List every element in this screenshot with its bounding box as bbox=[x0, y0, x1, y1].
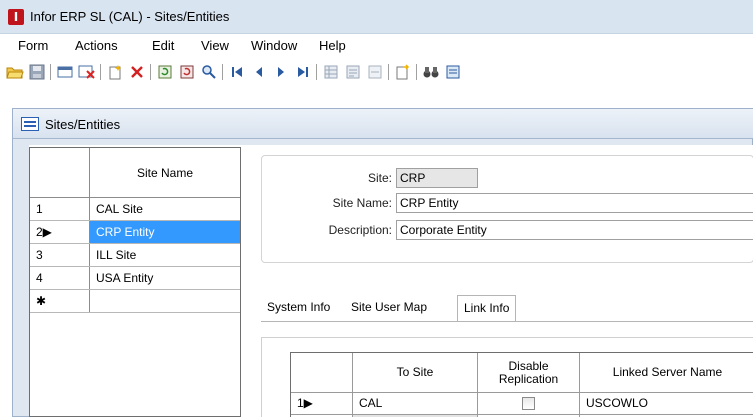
to-site-cell[interactable]: CAL bbox=[353, 393, 478, 415]
close-form-icon[interactable] bbox=[78, 63, 96, 81]
find-binoculars-icon[interactable] bbox=[422, 63, 440, 81]
sites-grid: Site Name 1 CAL Site 2▶ CRP Entity 3 ILL… bbox=[29, 147, 241, 417]
column-header-to-site[interactable]: To Site bbox=[353, 353, 478, 393]
open-folder-icon[interactable] bbox=[6, 63, 24, 81]
sites-grid-header: Site Name bbox=[30, 148, 240, 198]
table-row[interactable]: 4 USA Entity bbox=[30, 267, 240, 290]
link-info-panel: To Site Disable Replication Linked Serve… bbox=[261, 337, 753, 417]
table-row-selected[interactable]: 2▶ CRP Entity bbox=[30, 221, 240, 244]
row-number[interactable]: 4 bbox=[30, 267, 90, 289]
row-number[interactable]: 3 bbox=[30, 244, 90, 266]
site-label: Site: bbox=[367, 171, 392, 185]
menu-form[interactable]: Form bbox=[18, 38, 48, 53]
window-title: Infor ERP SL (CAL) - Sites/Entities bbox=[30, 9, 230, 24]
tab-strip: System Info Site User Map Link Info bbox=[261, 295, 753, 323]
form-body: Site Name 1 CAL Site 2▶ CRP Entity 3 ILL… bbox=[29, 145, 753, 417]
infor-app-icon: I bbox=[8, 9, 24, 25]
new-row-marker[interactable]: ✱ bbox=[30, 290, 90, 312]
next-record-icon[interactable] bbox=[272, 63, 290, 81]
save-icon[interactable] bbox=[28, 63, 46, 81]
sites-entities-form: Sites/Entities Site Name 1 CAL Site 2▶ C… bbox=[12, 108, 753, 417]
minimize-form-icon[interactable] bbox=[56, 63, 74, 81]
menu-window[interactable]: Window bbox=[251, 38, 297, 53]
column-header-site-name[interactable]: Site Name bbox=[90, 148, 240, 197]
site-details-panel: Site: CRP Site Name: CRP Entity Descript… bbox=[261, 155, 753, 263]
form-grid-icon bbox=[21, 117, 39, 131]
search-icon[interactable] bbox=[200, 63, 218, 81]
new-row[interactable]: ✱ bbox=[30, 290, 240, 313]
form-properties-icon[interactable] bbox=[444, 63, 462, 81]
refresh-current-icon[interactable] bbox=[178, 63, 196, 81]
site-name-cell[interactable]: USA Entity bbox=[90, 267, 240, 289]
row-number[interactable]: 1 bbox=[30, 198, 90, 220]
site-name-cell[interactable] bbox=[90, 290, 240, 312]
column-header-disable-replication[interactable]: Disable Replication bbox=[478, 353, 580, 393]
site-name-cell[interactable]: CRP Entity bbox=[90, 221, 240, 243]
table-row[interactable]: 3 ILL Site bbox=[30, 244, 240, 267]
window-titlebar: I Infor ERP SL (CAL) - Sites/Entities bbox=[0, 0, 753, 34]
site-field[interactable]: CRP bbox=[396, 168, 478, 188]
refresh-icon[interactable] bbox=[156, 63, 174, 81]
disable-replication-cell bbox=[478, 393, 580, 415]
new-record-icon[interactable] bbox=[106, 63, 124, 81]
menu-bar: Form Actions Edit View Window Help bbox=[0, 34, 753, 58]
menu-actions[interactable]: Actions bbox=[75, 38, 118, 53]
row-number[interactable]: 1▶ bbox=[291, 393, 353, 415]
menu-edit[interactable]: Edit bbox=[152, 38, 174, 53]
export-document-icon[interactable] bbox=[394, 63, 412, 81]
menu-view[interactable]: View bbox=[201, 38, 229, 53]
table-row[interactable]: 1 CAL Site bbox=[30, 198, 240, 221]
first-record-icon[interactable] bbox=[228, 63, 246, 81]
tab-site-user-map[interactable]: Site User Map bbox=[345, 295, 433, 321]
link-info-grid: To Site Disable Replication Linked Serve… bbox=[290, 352, 753, 417]
linked-server-name-cell[interactable]: USCOWLO bbox=[580, 393, 753, 415]
form-view-icon[interactable] bbox=[344, 63, 362, 81]
toolbar bbox=[0, 58, 753, 88]
description-field[interactable]: Corporate Entity bbox=[396, 220, 753, 240]
site-name-label: Site Name: bbox=[332, 196, 392, 210]
menu-help[interactable]: Help bbox=[319, 38, 346, 53]
description-label: Description: bbox=[328, 223, 392, 237]
grid-view-icon[interactable] bbox=[322, 63, 340, 81]
tab-link-info[interactable]: Link Info bbox=[457, 295, 517, 321]
row-number[interactable]: 2▶ bbox=[30, 221, 90, 243]
previous-record-icon[interactable] bbox=[250, 63, 268, 81]
tab-system-info[interactable]: System Info bbox=[261, 295, 336, 321]
form-titlebar: Sites/Entities bbox=[13, 109, 753, 139]
disable-replication-checkbox[interactable] bbox=[522, 397, 535, 410]
column-header-linked-server-name[interactable]: Linked Server Name bbox=[580, 353, 753, 393]
site-name-cell[interactable]: ILL Site bbox=[90, 244, 240, 266]
last-record-icon[interactable] bbox=[294, 63, 312, 81]
detail-view-icon[interactable] bbox=[366, 63, 384, 81]
form-title: Sites/Entities bbox=[45, 117, 121, 132]
site-name-field[interactable]: CRP Entity bbox=[396, 193, 753, 213]
delete-icon[interactable] bbox=[128, 63, 146, 81]
site-name-cell[interactable]: CAL Site bbox=[90, 198, 240, 220]
